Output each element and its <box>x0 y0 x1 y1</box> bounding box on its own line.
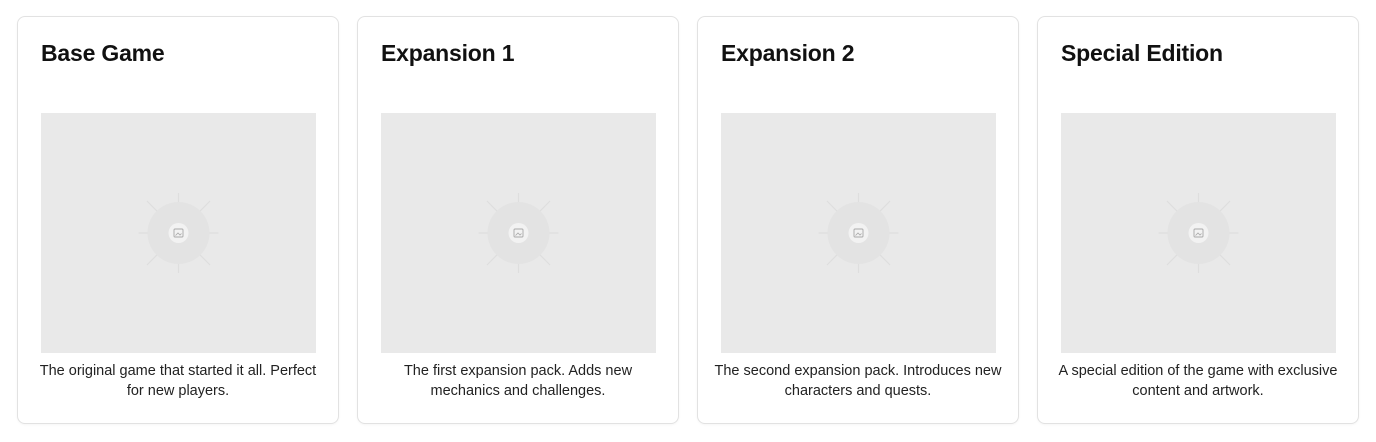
card-title: Base Game <box>41 40 165 66</box>
card-image-placeholder <box>1061 113 1336 353</box>
card-description: The first expansion pack. Adds new mecha… <box>403 363 633 399</box>
product-card-grid: Base Game The original game that started… <box>0 0 1376 442</box>
product-card-expansion-1[interactable]: Expansion 1 The first expansion pack. Ad… <box>357 16 679 424</box>
card-title: Expansion 1 <box>381 40 515 66</box>
card-image-placeholder <box>721 113 996 353</box>
product-card-expansion-2[interactable]: Expansion 2 The second expansion pack. I… <box>697 16 1019 424</box>
product-card-special-edition[interactable]: Special Edition A special edition of the… <box>1037 16 1359 424</box>
image-placeholder-icon <box>138 193 219 273</box>
card-description: The second expansion pack. Introduces ne… <box>714 363 1002 399</box>
card-title: Expansion 2 <box>721 40 855 66</box>
product-card-base-game[interactable]: Base Game The original game that started… <box>17 16 339 424</box>
card-image-placeholder <box>381 113 656 353</box>
card-description: A special edition of the game with exclu… <box>1058 363 1338 399</box>
card-description: The original game that started it all. P… <box>39 363 317 399</box>
image-placeholder-icon <box>818 193 899 273</box>
image-placeholder-icon <box>1158 193 1239 273</box>
image-placeholder-icon <box>478 193 559 273</box>
card-title: Special Edition <box>1061 40 1223 66</box>
card-image-placeholder <box>41 113 316 353</box>
